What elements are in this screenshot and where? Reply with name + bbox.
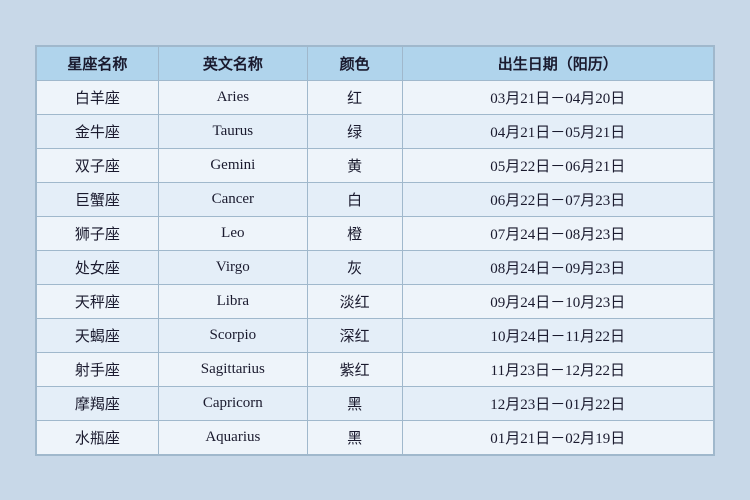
- cell-english: Cancer: [158, 182, 307, 216]
- cell-date: 11月23日－12月22日: [402, 352, 713, 386]
- header-chinese: 星座名称: [37, 46, 159, 80]
- cell-chinese: 双子座: [37, 148, 159, 182]
- cell-date: 12月23日－01月22日: [402, 386, 713, 420]
- cell-chinese: 白羊座: [37, 80, 159, 114]
- cell-color: 白: [307, 182, 402, 216]
- cell-color: 紫红: [307, 352, 402, 386]
- cell-chinese: 射手座: [37, 352, 159, 386]
- cell-chinese: 金牛座: [37, 114, 159, 148]
- cell-chinese: 天秤座: [37, 284, 159, 318]
- table-row: 处女座Virgo灰08月24日－09月23日: [37, 250, 714, 284]
- table-row: 天秤座Libra淡红09月24日－10月23日: [37, 284, 714, 318]
- cell-date: 03月21日－04月20日: [402, 80, 713, 114]
- cell-color: 绿: [307, 114, 402, 148]
- cell-color: 灰: [307, 250, 402, 284]
- cell-chinese: 摩羯座: [37, 386, 159, 420]
- cell-english: Leo: [158, 216, 307, 250]
- cell-date: 06月22日－07月23日: [402, 182, 713, 216]
- table-row: 天蝎座Scorpio深红10月24日－11月22日: [37, 318, 714, 352]
- cell-color: 红: [307, 80, 402, 114]
- cell-color: 淡红: [307, 284, 402, 318]
- cell-date: 09月24日－10月23日: [402, 284, 713, 318]
- table-header-row: 星座名称 英文名称 颜色 出生日期（阳历）: [37, 46, 714, 80]
- table-row: 白羊座Aries红03月21日－04月20日: [37, 80, 714, 114]
- cell-date: 10月24日－11月22日: [402, 318, 713, 352]
- cell-english: Sagittarius: [158, 352, 307, 386]
- cell-chinese: 水瓶座: [37, 420, 159, 454]
- cell-date: 05月22日－06月21日: [402, 148, 713, 182]
- cell-date: 01月21日－02月19日: [402, 420, 713, 454]
- cell-english: Taurus: [158, 114, 307, 148]
- zodiac-table-container: 星座名称 英文名称 颜色 出生日期（阳历） 白羊座Aries红03月21日－04…: [35, 45, 715, 456]
- cell-english: Libra: [158, 284, 307, 318]
- zodiac-table: 星座名称 英文名称 颜色 出生日期（阳历） 白羊座Aries红03月21日－04…: [36, 46, 714, 455]
- table-row: 摩羯座Capricorn黑12月23日－01月22日: [37, 386, 714, 420]
- cell-color: 黑: [307, 386, 402, 420]
- header-english: 英文名称: [158, 46, 307, 80]
- cell-english: Capricorn: [158, 386, 307, 420]
- cell-color: 黄: [307, 148, 402, 182]
- cell-english: Scorpio: [158, 318, 307, 352]
- header-date: 出生日期（阳历）: [402, 46, 713, 80]
- cell-chinese: 巨蟹座: [37, 182, 159, 216]
- cell-english: Virgo: [158, 250, 307, 284]
- cell-english: Aries: [158, 80, 307, 114]
- header-color: 颜色: [307, 46, 402, 80]
- table-row: 双子座Gemini黄05月22日－06月21日: [37, 148, 714, 182]
- cell-date: 07月24日－08月23日: [402, 216, 713, 250]
- cell-color: 深红: [307, 318, 402, 352]
- cell-english: Aquarius: [158, 420, 307, 454]
- cell-date: 04月21日－05月21日: [402, 114, 713, 148]
- cell-date: 08月24日－09月23日: [402, 250, 713, 284]
- cell-color: 橙: [307, 216, 402, 250]
- cell-chinese: 狮子座: [37, 216, 159, 250]
- cell-color: 黑: [307, 420, 402, 454]
- table-row: 水瓶座Aquarius黑01月21日－02月19日: [37, 420, 714, 454]
- table-row: 金牛座Taurus绿04月21日－05月21日: [37, 114, 714, 148]
- cell-english: Gemini: [158, 148, 307, 182]
- table-row: 射手座Sagittarius紫红11月23日－12月22日: [37, 352, 714, 386]
- table-row: 巨蟹座Cancer白06月22日－07月23日: [37, 182, 714, 216]
- cell-chinese: 天蝎座: [37, 318, 159, 352]
- cell-chinese: 处女座: [37, 250, 159, 284]
- table-row: 狮子座Leo橙07月24日－08月23日: [37, 216, 714, 250]
- table-body: 白羊座Aries红03月21日－04月20日金牛座Taurus绿04月21日－0…: [37, 80, 714, 454]
